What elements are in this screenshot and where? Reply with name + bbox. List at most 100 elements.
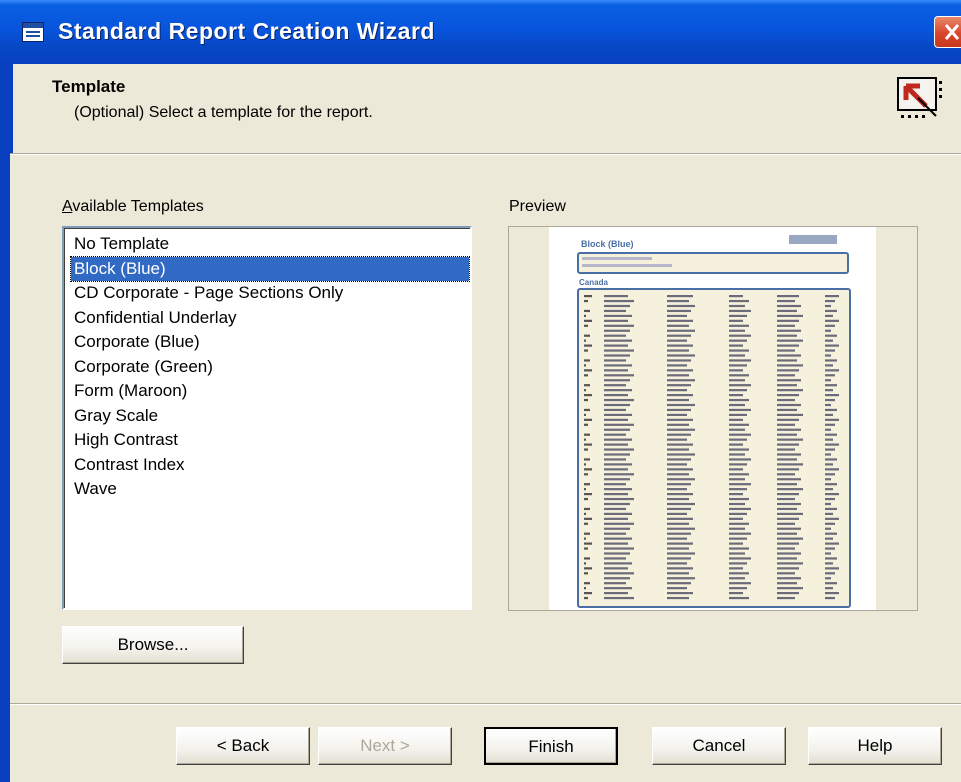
preview-row-line [584,349,588,352]
help-button[interactable]: Help [808,727,942,765]
preview-row-line [667,304,695,308]
template-list-item[interactable]: Contrast Index [71,453,469,477]
preview-row-line [825,394,839,397]
preview-row-line [777,384,797,387]
preview-row-line [667,295,693,298]
preview-row-line [729,389,747,392]
preview-row-line [604,398,634,402]
preview-row-line [825,433,837,436]
template-list-item[interactable]: No Template [71,232,469,256]
preview-row-line [604,463,632,466]
preview-row-line [825,369,839,372]
template-list-item[interactable]: Wave [71,477,469,501]
preview-thumbnail: Block (Blue) Canada [549,227,876,610]
preview-row-line [777,453,801,456]
footer-divider [10,703,961,705]
preview-row-line [584,497,588,501]
preview-row-line [777,299,795,303]
preview-row-line [667,418,693,421]
preview-row-line [604,596,634,600]
template-list-item[interactable]: Form (Maroon) [71,379,469,403]
browse-button[interactable]: Browse... [62,626,244,664]
preview-row-line [667,389,687,392]
preview-row-line [777,433,797,436]
preview-row-line [729,428,745,431]
finish-button[interactable]: Finish [484,727,618,765]
preview-row-line [604,408,626,412]
preview-row-line [667,443,693,446]
preview-row-line [777,562,803,565]
preview-row-line [667,453,695,456]
preview-row-line [667,433,691,436]
preview-row-line [825,418,839,421]
preview-row-line [825,334,837,337]
preview-row-line [667,334,691,337]
title-bar[interactable]: Standard Report Creation Wizard [0,0,961,64]
preview-row-line [604,468,628,471]
preview-row-line [604,448,634,451]
preview-row-line [604,394,628,397]
preview-row-line [584,413,586,416]
preview-row-line [584,572,588,575]
preview-row-line [825,453,831,456]
preview-row-line [604,309,626,313]
preview-row-line [777,587,803,590]
preview-row-line [825,344,839,347]
template-list-item[interactable]: Corporate (Green) [71,355,469,379]
template-list-item[interactable]: Corporate (Blue) [71,330,469,354]
template-list-item[interactable]: Block (Blue) [70,255,470,282]
template-listbox[interactable]: No Template Block (Blue) CD Corporate - Pa… [62,226,472,610]
preview-row-line [825,438,833,441]
preview-row-line [667,537,687,540]
preview-row-line [777,493,799,496]
preview-row-line [777,567,799,570]
preview-row-line [825,473,835,476]
close-button[interactable] [934,16,961,48]
preview-row-line [729,433,751,436]
preview-row-line [729,493,743,496]
preview-row-line [584,592,592,595]
preview-row-line [825,517,839,520]
preview-row-line [584,473,588,476]
preview-row-line [667,582,691,585]
preview-row-line [777,468,799,471]
preview-row-line [825,423,835,426]
preview-row-line [825,463,833,466]
preview-row-line [825,428,831,431]
preview-row-line [604,478,630,481]
preview-row-line [729,374,749,377]
preview-row-line [777,497,795,501]
preview-row-line [604,369,628,372]
preview-row-line [667,596,689,600]
preview-row-line [667,413,687,416]
template-list-item[interactable]: Confidential Underlay [71,306,469,330]
preview-row-line [777,596,795,600]
preview-row-line [667,329,695,332]
preview-row-line [825,299,835,303]
preview-row-line [777,532,797,535]
preview-row-line [729,468,743,471]
preview-row-line [777,443,799,446]
preview-row-line [584,418,592,421]
preview-row-line [729,299,749,303]
preview-row-line [777,478,801,481]
preview-header-line [582,264,672,267]
preview-row-line [667,483,691,486]
template-list-item[interactable]: High Contrast [71,428,469,452]
preview-row-line [604,483,626,486]
preview-row-line [667,552,695,555]
back-button[interactable]: < Back [176,727,310,765]
preview-row-line [584,319,592,322]
preview-row-line [604,334,626,337]
preview-row-line [777,418,799,421]
next-button[interactable]: Next > [318,727,452,765]
template-list-item[interactable]: Gray Scale [71,404,469,428]
preview-row-line [604,418,628,421]
template-list-item[interactable]: CD Corporate - Page Sections Only [71,281,469,305]
preview-row-line [604,314,632,317]
preview-row-line [604,364,632,367]
preview-row-line [729,507,751,511]
preview-row-line [825,488,833,491]
cancel-button[interactable]: Cancel [652,727,786,765]
preview-row-line [729,324,749,327]
